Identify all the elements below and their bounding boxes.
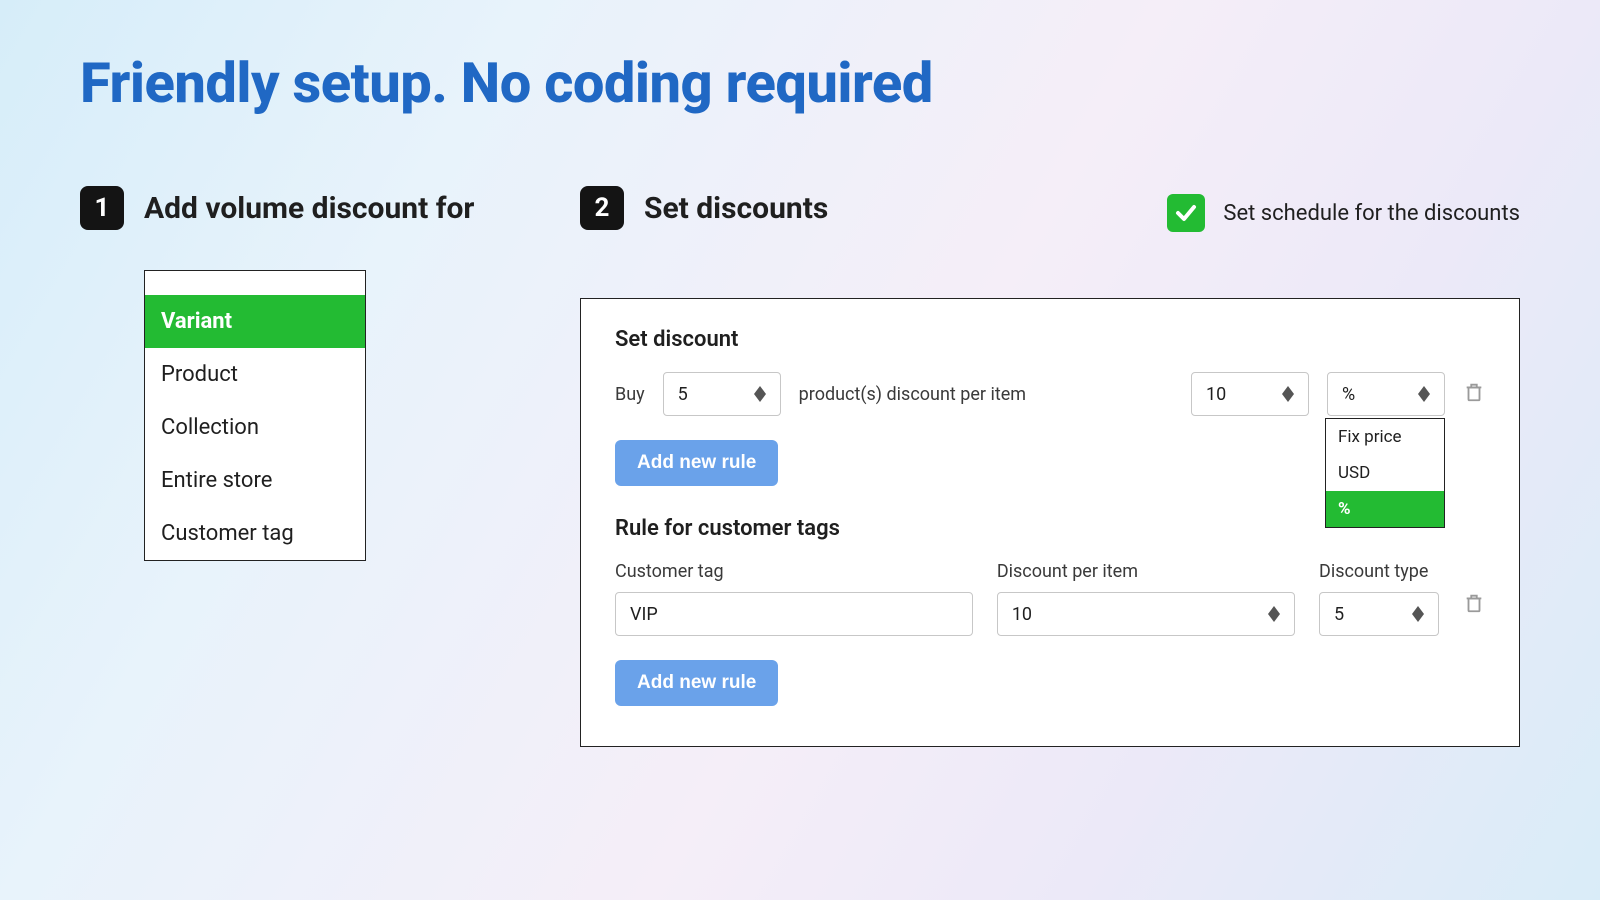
stepper-caret-icon <box>1282 386 1294 402</box>
discount-type-label: Discount type <box>1319 561 1439 582</box>
scope-list: Variant Product Collection Entire store … <box>144 270 366 561</box>
scope-option-entire-store[interactable]: Entire store <box>145 454 365 507</box>
page-title: Friendly setup. No coding required <box>80 50 1520 116</box>
step-1: 1 Add volume discount for Variant Produc… <box>80 186 510 561</box>
buy-label: Buy <box>615 384 645 405</box>
per-item-label: product(s) discount per item <box>799 384 1026 405</box>
discount-value-stepper[interactable]: 10 <box>1191 372 1309 416</box>
discount-per-item-label: Discount per item <box>997 561 1295 582</box>
scope-option-collection[interactable]: Collection <box>145 401 365 454</box>
scope-option-product[interactable]: Product <box>145 348 365 401</box>
discount-panel: Set discount Buy 5 product(s) discount p… <box>580 298 1520 747</box>
unit-option-usd[interactable]: USD <box>1326 455 1444 491</box>
discount-unit-select[interactable]: % <box>1327 372 1445 416</box>
buy-qty-stepper[interactable]: 5 <box>663 372 781 416</box>
add-rule-button[interactable]: Add new rule <box>615 440 778 486</box>
step-2-badge: 2 <box>580 186 624 230</box>
schedule-label: Set schedule for the discounts <box>1223 201 1520 226</box>
scope-option-customer-tag[interactable]: Customer tag <box>145 507 365 560</box>
step-2-title: Set discounts <box>644 191 828 226</box>
delete-rule-button[interactable] <box>1463 380 1485 408</box>
unit-option-fix-price[interactable]: Fix price <box>1326 419 1444 455</box>
schedule-toggle[interactable]: Set schedule for the discounts <box>1167 194 1520 232</box>
unit-dropdown: Fix price USD % <box>1325 418 1445 528</box>
scope-option-variant[interactable]: Variant <box>145 295 365 348</box>
stepper-caret-icon <box>1412 606 1424 622</box>
stepper-caret-icon <box>754 386 766 402</box>
step-1-badge: 1 <box>80 186 124 230</box>
check-icon <box>1167 194 1205 232</box>
customer-discount-stepper[interactable]: 10 <box>997 592 1295 636</box>
add-customer-rule-button[interactable]: Add new rule <box>615 660 778 706</box>
customer-tag-label: Customer tag <box>615 561 973 582</box>
stepper-caret-icon <box>1268 606 1280 622</box>
step-1-title: Add volume discount for <box>144 191 474 226</box>
customer-tag-input[interactable]: VIP <box>615 592 973 636</box>
step-2: Set schedule for the discounts 2 Set dis… <box>580 186 1520 747</box>
discount-type-stepper[interactable]: 5 <box>1319 592 1439 636</box>
delete-customer-rule-button[interactable] <box>1463 561 1485 619</box>
unit-option-percent[interactable]: % <box>1326 491 1444 527</box>
set-discount-title: Set discount <box>615 327 1485 352</box>
stepper-caret-icon <box>1418 386 1430 402</box>
